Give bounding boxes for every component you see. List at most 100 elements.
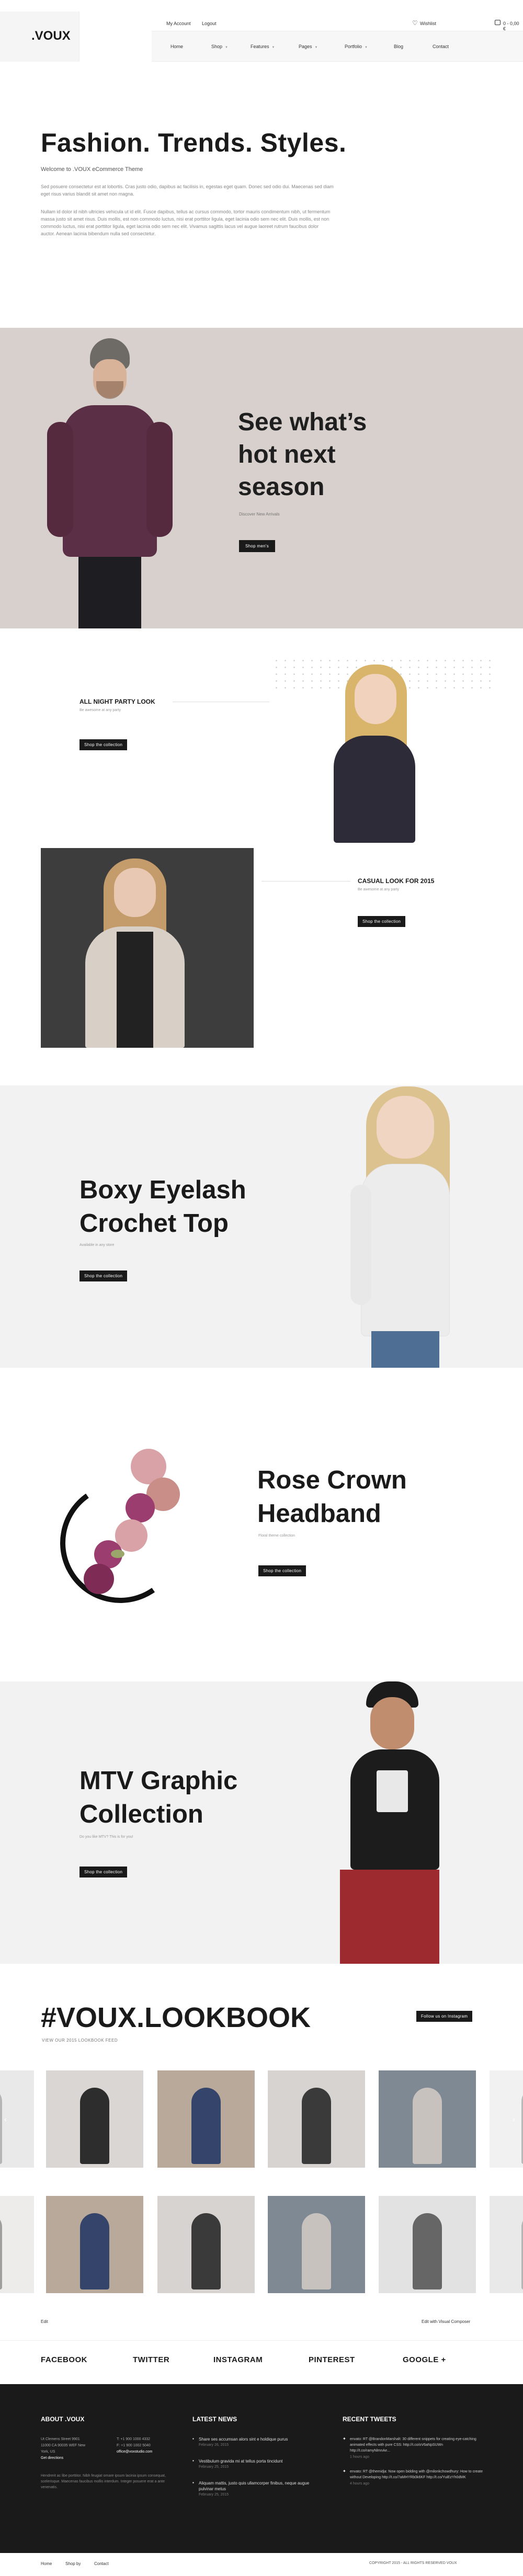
news-item-title[interactable]: Aliquam mattis, justo quis ullamcorper f… [199,2480,323,2492]
nav-item-2[interactable]: Features ▼ [251,44,275,49]
tweet-time: 4 hours ago [350,2482,369,2486]
bullet-icon: ▪ [192,2458,194,2463]
nav-item-3[interactable]: Pages ▼ [299,44,317,49]
mtv-subtitle: Do you like MTV? This is for you! [79,1835,133,1839]
wishlist-link[interactable]: Wishlist [420,21,436,26]
intro-title: Fashion. Trends. Styles. [41,128,347,157]
footer-email[interactable]: office@voxstudio.com [117,2449,174,2455]
address-line-1: Ut Clemens Street 9901 [41,2437,80,2441]
casual-look-section: CASUAL LOOK FOR 2015 Be awesome at any p… [0,848,523,1048]
rose-headband-image [52,1446,225,1619]
logo-box[interactable]: .VOUX [0,12,79,62]
news-item-title[interactable]: Share ses accumsan alors sint e holdique… [199,2436,323,2442]
party-look-subtitle: Be awesome at any party [79,708,121,712]
lookbook-title: #VOUX.LOOKBOOK [41,2002,311,2033]
social-link-2[interactable]: INSTAGRAM [213,2355,263,2364]
lookbook-image[interactable] [490,2196,523,2293]
chevron-down-icon: ▼ [365,46,368,49]
bottom-link-shop[interactable]: Shop by [65,2561,81,2566]
tweet-text[interactable]: envato: RT @themidja: Now open bidding w… [350,2469,484,2480]
twitter-icon: ✦ [343,2436,346,2441]
lookbook-image[interactable] [490,2070,523,2168]
news-item-title[interactable]: Vestibulum gravida mi at tellus porta ti… [199,2458,323,2464]
lookbook-image[interactable] [268,2070,365,2168]
follow-instagram-button[interactable]: Follow us on Instagram [416,2011,473,2022]
intro-subtitle: Welcome to .VOUX eCommerce Theme [41,166,143,173]
cart-total[interactable]: 0 - 0,00 € [503,21,523,31]
lookbook-subtitle: VIEW OUR 2015 LOOKBOOK FEED [42,2038,118,2043]
hero-banner: See what’s hot next season Discover New … [0,328,523,628]
chevron-down-icon: ▼ [314,46,318,49]
nav-item-label: Contact [433,44,449,49]
rose-subtitle: Floral theme collection [258,1534,295,1538]
hero-subtitle: Discover New Arrivals [239,512,280,517]
bottom-link-home[interactable]: Home [41,2561,52,2566]
chevron-left-icon[interactable]: ‹ [4,2115,7,2123]
get-directions-link[interactable]: Get directions [41,2455,114,2461]
header: .VOUX My Account Logout ♡ Wishlist 0 - 0… [0,0,523,63]
cart-icon[interactable] [495,20,501,25]
tweet-item: ✦ envato: RT @themidja: Now open bidding … [343,2469,484,2486]
casual-look-button[interactable]: Shop the collection [358,916,406,927]
bottom-bar: Home Shop by Contact COPYRIGHT 2015 - AL… [0,2553,523,2576]
footer-fax: F: +1 900 1002 5040 [117,2444,151,2447]
nav-item-1[interactable]: Shop ▼ [211,44,228,49]
nav-item-5[interactable]: Blog [394,44,403,49]
logo[interactable]: .VOUX [31,29,71,43]
lookbook-grid: ‹ › [0,2070,523,2293]
news-item[interactable]: ▪ Share ses accumsan alors sint e holdiqu… [192,2436,323,2447]
hero-title-line-3: season [238,473,325,501]
lookbook-image[interactable] [379,2070,476,2168]
news-item-date: February 26, 2015 [199,2443,229,2447]
mtv-model-image [329,1681,465,1964]
footer-about-title: ABOUT .VOUX [41,2415,85,2423]
edit-link[interactable]: Edit [41,2319,48,2324]
mtv-title-line-2: Collection [79,1800,203,1828]
social-link-1[interactable]: TWITTER [133,2355,169,2364]
social-link-0[interactable]: FACEBOOK [41,2355,87,2364]
footer-address: Ut Clemens Street 9901 11000 CA 90035 WE… [41,2436,114,2461]
lookbook-image[interactable] [46,2070,143,2168]
lookbook-image[interactable] [268,2196,365,2293]
social-link-3[interactable]: PINTEREST [309,2355,355,2364]
logout-link[interactable]: Logout [202,21,217,26]
chevron-down-icon: ▼ [225,46,228,49]
tweet-item: ✦ envato: RT @BrandonMarshalt: 30 differe… [343,2436,484,2459]
my-account-link[interactable]: My Account [166,21,191,26]
lookbook-image[interactable] [46,2196,143,2293]
shop-mens-button[interactable]: Shop men's [239,540,275,552]
chevron-right-icon[interactable]: › [513,2115,515,2123]
twitter-icon: ✦ [343,2469,346,2474]
copyright: COPYRIGHT 2015 - ALL RIGHTS RESERVED VOU… [369,2561,457,2565]
eyelash-button[interactable]: Shop the collection [79,1270,128,1281]
mtv-title-line-1: MTV Graphic [79,1767,238,1795]
lookbook-image[interactable] [379,2196,476,2293]
lookbook-image[interactable] [157,2196,255,2293]
news-item-date: February 25, 2015 [199,2465,229,2469]
heart-icon[interactable]: ♡ [412,19,418,27]
eyelash-title-line-1: Boxy Eyelash [79,1176,246,1204]
footer-news: LATEST NEWS ▪ Share ses accumsan alors si… [192,2415,323,2497]
address-line-2: 11000 CA 90035 WEF New [41,2444,86,2447]
party-look-button[interactable]: Shop the collection [79,739,128,750]
nav-item-label: Blog [394,44,404,49]
edit-visual-composer-link[interactable]: Edit with Visual Composer [422,2319,470,2324]
rose-button[interactable]: Shop the collection [258,1565,306,1576]
social-link-4[interactable]: GOOGLE + [403,2355,446,2364]
nav-item-4[interactable]: Portfolio ▼ [345,44,368,49]
tweet-time: 1 hours ago [350,2455,369,2459]
bottom-link-contact[interactable]: Contact [94,2561,109,2566]
tweet-text[interactable]: envato: RT @BrandonMarshalt: 30 differen… [350,2436,484,2454]
nav-item-label: Home [170,44,184,49]
news-item[interactable]: ▪ Vestibulum gravida mi at tellus porta t… [192,2458,323,2469]
mtv-button[interactable]: Shop the collection [79,1867,128,1877]
social-bar: FACEBOOK TWITTER INSTAGRAM PINTEREST GOOGLE … [0,2340,523,2384]
lookbook-image[interactable] [157,2070,255,2168]
rose-crown-section: Rose Crown Headband Floral theme collect… [0,1368,523,1681]
nav-item-6[interactable]: Contact [433,44,449,49]
lookbook-image[interactable] [0,2196,34,2293]
rose-title-line-2: Headband [257,1499,381,1528]
news-item[interactable]: ▪ Aliquam mattis, justo quis ullamcorper … [192,2480,323,2497]
nav-item-0[interactable]: Home [170,44,183,49]
footer-contact: T: +1 900 1000 4332 F: +1 900 1002 5040 … [117,2436,174,2455]
